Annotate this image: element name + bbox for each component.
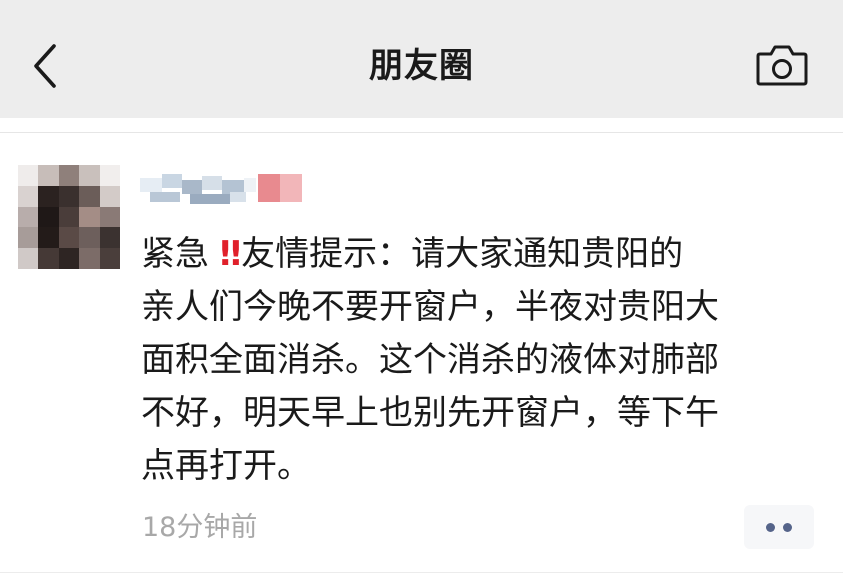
more-button[interactable]: [744, 505, 814, 549]
post-text-prefix: 紧急: [141, 234, 220, 274]
more-dot-2: [783, 523, 792, 532]
camera-button[interactable]: [754, 40, 810, 92]
post-text-rest: 亲人们今晚不要开窗户，半夜对贵阳大 面积全面消杀。这个消杀的液体对肺部 不好，明…: [141, 287, 719, 486]
more-dots-icon: [766, 523, 775, 532]
author-name[interactable]: [140, 166, 306, 210]
post-text: 紧急 ‼友情提示：请大家通知贵阳的 亲人们今晚不要开窗户，半夜对贵阳大 面积全面…: [141, 228, 811, 493]
avatar[interactable]: [18, 165, 120, 269]
header-divider: [0, 132, 843, 133]
camera-icon: [756, 45, 808, 86]
top-bar: 朋友圈: [0, 0, 843, 118]
bottom-divider: [0, 572, 843, 573]
page-title: 朋友圈: [369, 46, 474, 86]
double-exclamation-icon: ‼: [219, 234, 242, 274]
timestamp: 18分钟前: [142, 512, 258, 543]
post-text-line-1: 友情提示：请大家通知贵阳的: [241, 234, 684, 274]
